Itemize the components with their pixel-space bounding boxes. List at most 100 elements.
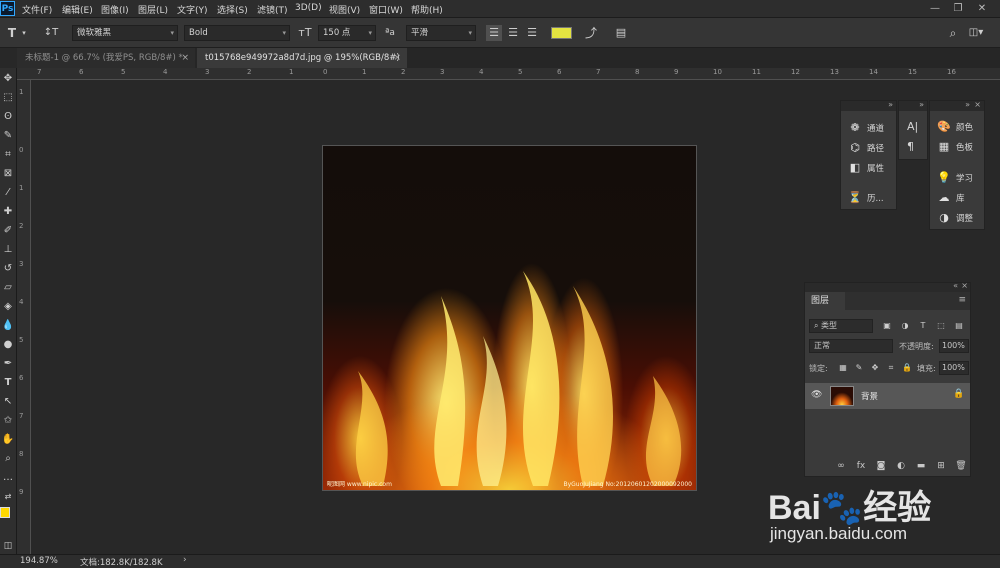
close-icon[interactable]: × xyxy=(974,100,981,109)
menu-3d[interactable]: 3D(D) xyxy=(295,3,322,13)
lock-all-icon[interactable]: 🔒 xyxy=(901,362,913,374)
lasso-tool-icon[interactable]: ʘ xyxy=(1,108,15,125)
dock-item-properties[interactable]: ◧ 属性 xyxy=(847,159,884,177)
zoom-tool-icon[interactable]: ⌕ xyxy=(1,450,15,467)
character-panel-icon[interactable]: ▤ xyxy=(612,24,630,42)
warp-text-icon[interactable]: ⤴ xyxy=(582,24,600,42)
dock-item-color[interactable]: 🎨 颜色 xyxy=(936,118,973,136)
pen-tool-icon[interactable]: ✒ xyxy=(1,355,15,372)
panel-menu-icon[interactable]: ≡ xyxy=(958,295,966,305)
pixel-filter-icon[interactable]: ▣ xyxy=(881,320,893,332)
menu-file[interactable]: 文件(F) xyxy=(22,3,52,16)
menu-layer[interactable]: 图层(L) xyxy=(138,3,168,16)
move-tool-icon[interactable]: ✥ xyxy=(1,70,15,87)
close-icon[interactable]: × xyxy=(181,48,189,68)
add-mask-icon[interactable]: ◙ xyxy=(875,460,887,472)
new-group-icon[interactable]: ▬ xyxy=(915,460,927,472)
paragraph-panel-icon[interactable]: ¶ xyxy=(907,138,914,156)
eyedropper-tool-icon[interactable]: ⁄ xyxy=(1,184,15,201)
layer-style-icon[interactable]: fx xyxy=(855,460,867,472)
shape-filter-icon[interactable]: ⬚ xyxy=(935,320,947,332)
close-window-button[interactable]: ✕ xyxy=(972,1,992,16)
link-layers-icon[interactable]: ∞ xyxy=(835,460,847,472)
text-tool-preset-icon[interactable]: T xyxy=(4,24,20,42)
character-panel-icon[interactable]: A| xyxy=(907,118,918,136)
status-menu-arrow-icon[interactable]: › xyxy=(183,555,187,565)
font-style-select[interactable]: Bold ▾ xyxy=(184,25,290,41)
layer-row-background[interactable]: 👁 背景 🔒 xyxy=(805,383,970,409)
collapse-icon[interactable]: » xyxy=(965,100,970,109)
tab-layers[interactable]: 图层 xyxy=(805,292,845,310)
new-adjustment-icon[interactable]: ◐ xyxy=(895,460,907,472)
adjustment-filter-icon[interactable]: ◑ xyxy=(899,320,911,332)
align-center-button[interactable]: ☰ xyxy=(505,25,521,41)
dock-item-history[interactable]: ⏳ 历... xyxy=(847,189,883,207)
lock-image-icon[interactable]: ✎ xyxy=(853,362,865,374)
new-layer-icon[interactable]: ⊞ xyxy=(935,460,947,472)
tab-untitled-1[interactable]: 未标题-1 @ 66.7% (我爱PS, RGB/8#) * × xyxy=(17,48,195,68)
lock-icon[interactable]: 🔒 xyxy=(953,389,964,399)
text-color-swatch[interactable] xyxy=(551,27,572,39)
dock-item-adjustments[interactable]: ◑ 调整 xyxy=(936,209,973,227)
smart-object-filter-icon[interactable]: ▤ xyxy=(953,320,965,332)
menu-window[interactable]: 窗口(W) xyxy=(369,3,403,16)
font-size-select[interactable]: 150 点 ▾ xyxy=(318,25,376,41)
history-brush-tool-icon[interactable]: ↺ xyxy=(1,260,15,277)
opacity-input[interactable]: 100% xyxy=(939,339,969,353)
lock-transparent-icon[interactable]: ▦ xyxy=(837,362,849,374)
path-select-tool-icon[interactable]: ↖ xyxy=(1,393,15,410)
clone-stamp-tool-icon[interactable]: ⊥ xyxy=(1,241,15,258)
quick-select-tool-icon[interactable]: ✎ xyxy=(1,127,15,144)
trash-icon[interactable]: 🗑 xyxy=(955,460,967,472)
type-tool-icon[interactable]: T xyxy=(1,374,15,391)
menu-help[interactable]: 帮助(H) xyxy=(411,3,443,16)
blend-mode-select[interactable]: 正常 xyxy=(809,339,893,353)
crop-tool-icon[interactable]: ⌗ xyxy=(1,146,15,163)
close-icon[interactable]: × xyxy=(961,281,968,290)
zoom-level[interactable]: 194.87% xyxy=(20,556,58,566)
foreground-color-swatch[interactable] xyxy=(0,507,10,518)
toggle-orientation-icon[interactable]: ↕T xyxy=(42,24,60,42)
hand-tool-icon[interactable]: ✋ xyxy=(1,431,15,448)
menu-view[interactable]: 视图(V) xyxy=(329,3,360,16)
marquee-tool-icon[interactable]: ⬚ xyxy=(1,89,15,106)
menu-filter[interactable]: 滤镜(T) xyxy=(257,3,288,16)
more-tools-icon[interactable]: … xyxy=(1,469,15,486)
paint-bucket-tool-icon[interactable]: ◈ xyxy=(1,298,15,315)
search-icon[interactable]: ⌕ xyxy=(944,24,962,42)
antialias-select[interactable]: 平滑 ▾ xyxy=(406,25,476,41)
align-right-button[interactable]: ☰ xyxy=(524,25,540,41)
quick-mask-icon[interactable]: ◫ xyxy=(1,538,15,555)
type-filter-icon[interactable]: T xyxy=(917,320,929,332)
collapse-icon[interactable]: » xyxy=(919,100,924,109)
menu-image[interactable]: 图像(I) xyxy=(101,3,129,16)
fill-input[interactable]: 100% xyxy=(939,361,969,375)
dock-item-libraries[interactable]: ☁ 库 xyxy=(936,189,965,207)
close-icon[interactable]: × xyxy=(393,48,401,68)
font-family-select[interactable]: 微软雅黑 ▾ xyxy=(72,25,178,41)
dock-item-channels[interactable]: ❁ 通道 xyxy=(847,119,884,137)
frame-tool-icon[interactable]: ⊠ xyxy=(1,165,15,182)
tab-fire-image[interactable]: t015768e949972a8d7d.jpg @ 195%(RGB/8#) × xyxy=(197,48,407,68)
eraser-tool-icon[interactable]: ▱ xyxy=(1,279,15,296)
healing-brush-tool-icon[interactable]: ✚ xyxy=(1,203,15,220)
workspace-icon[interactable]: ◫▾ xyxy=(966,24,986,42)
menu-edit[interactable]: 编辑(E) xyxy=(62,3,93,16)
lock-artboard-icon[interactable]: ⌗ xyxy=(885,362,897,374)
dock-item-learn[interactable]: 💡 学习 xyxy=(936,169,973,187)
dock-item-paths[interactable]: ⌬ 路径 xyxy=(847,139,884,157)
menu-type[interactable]: 文字(Y) xyxy=(177,3,208,16)
visibility-eye-icon[interactable]: 👁 xyxy=(811,390,822,400)
layer-filter-select[interactable]: ⌕ 类型 xyxy=(809,319,873,333)
preset-dropdown-icon[interactable]: ▾ xyxy=(20,24,28,42)
minimize-button[interactable]: — xyxy=(925,1,945,16)
collapse-icon[interactable]: « xyxy=(953,281,958,290)
swap-colors-icon[interactable]: ⇄ xyxy=(1,488,15,505)
blur-tool-icon[interactable]: 💧 xyxy=(1,317,15,334)
fire-image-document[interactable]: 昵图网 www.nipic.com ByGuoJuJiang No:201206… xyxy=(322,145,697,491)
dock-item-swatches[interactable]: ▦ 色板 xyxy=(936,138,973,156)
collapse-icon[interactable]: » xyxy=(888,100,893,109)
brush-tool-icon[interactable]: ✐ xyxy=(1,222,15,239)
lock-position-icon[interactable]: ✥ xyxy=(869,362,881,374)
shape-tool-icon[interactable]: ✩ xyxy=(1,412,15,429)
